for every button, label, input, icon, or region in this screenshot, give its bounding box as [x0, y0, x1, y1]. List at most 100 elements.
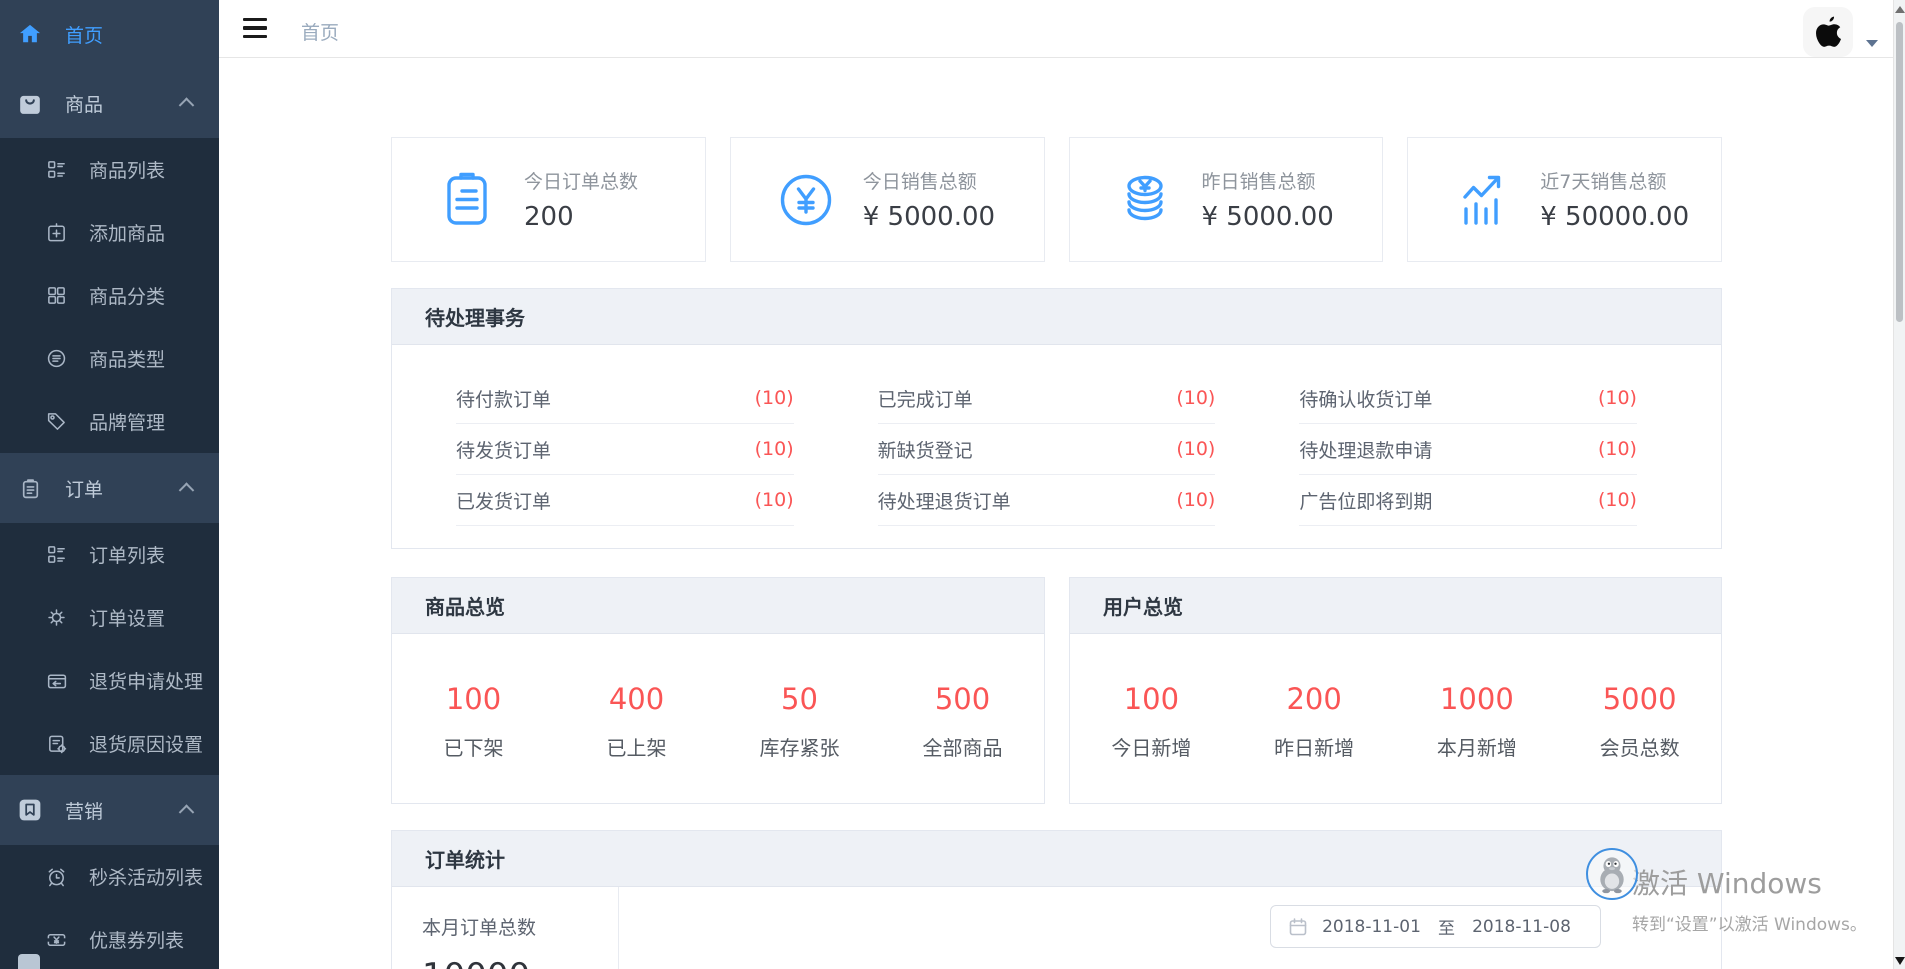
sidebar-item-order-list[interactable]: 订单列表 [0, 523, 219, 586]
user-overview-stats: 100今日新增 200昨日新增 1000 本月新增 5000会员总数 [1070, 634, 1721, 761]
todo-item[interactable]: 待付款订单(10) [456, 373, 794, 424]
overview-stat-value: 50 [718, 682, 881, 716]
todo-item-count: (10) [755, 489, 794, 511]
todo-item-count: (10) [1176, 489, 1215, 511]
calendar-icon[interactable] [1289, 918, 1307, 936]
sidebar-group-orders[interactable]: 订单 [0, 453, 219, 523]
stat-card-value: ¥ 5000.00 [863, 202, 995, 232]
sidebar-item-label: 品牌管理 [89, 408, 165, 435]
sidebar-item-product-category[interactable]: 商品分类 [0, 264, 219, 327]
shopping-bag-icon [18, 91, 42, 115]
sidebar-item-return-reason-settings[interactable]: 退货原因设置 [0, 712, 219, 775]
clipboard-gear-icon [45, 733, 67, 754]
overview-stat[interactable]: 5000会员总数 [1558, 682, 1721, 761]
sidebar-item-label: 订单设置 [89, 604, 165, 631]
metric-value: 10000 [422, 956, 618, 969]
sidebar-item-product-list[interactable]: 商品列表 [0, 138, 219, 201]
overview-stat-label: 本月新增 [1396, 732, 1559, 761]
todo-panel-header: 待处理事务 [392, 289, 1721, 345]
overview-stat[interactable]: 400已上架 [555, 682, 718, 761]
order-stats-header: 订单统计 [392, 831, 1721, 887]
todo-item[interactable]: 待发货订单(10) [456, 424, 794, 475]
overview-stat-value: 400 [555, 682, 718, 716]
product-overview-header: 商品总览 [392, 578, 1044, 634]
sidebar-item-order-settings[interactable]: 订单设置 [0, 586, 219, 649]
scrollbar-thumb[interactable] [1896, 22, 1903, 322]
order-stats-body: 本月订单总数 10000 2018-11-01 至 2018-11-08 [392, 887, 1721, 969]
qq-penguin-icon[interactable] [1586, 848, 1638, 900]
date-end-input[interactable]: 2018-11-08 [1457, 917, 1586, 937]
chevron-up-icon [179, 804, 195, 820]
overview-stat[interactable]: 1000 本月新增 [1396, 682, 1559, 761]
sidebar-item-label: 添加商品 [89, 219, 165, 246]
breadcrumb[interactable]: 首页 [301, 18, 339, 45]
date-range-picker[interactable]: 2018-11-01 至 2018-11-08 [1270, 905, 1601, 948]
sidebar-item-flash-sale-list[interactable]: 秒杀活动列表 [0, 845, 219, 908]
add-square-icon [45, 222, 67, 243]
todo-item-label: 待处理退货订单 [878, 487, 1011, 514]
yen-circle-icon [775, 169, 837, 231]
todo-item-count: (10) [1598, 387, 1637, 409]
caret-down-icon[interactable] [1866, 40, 1878, 47]
sidebar-group-marketing[interactable]: 营销 [0, 775, 219, 845]
admin-dashboard: 首页 商品 商品列表 添加商品 商品分类 [0, 0, 1905, 969]
scrollbar-up-arrow-icon[interactable] [1895, 6, 1905, 13]
scrollbar[interactable] [1893, 0, 1905, 969]
overview-stat[interactable]: 100已下架 [392, 682, 555, 761]
return-box-icon [45, 670, 67, 691]
main-content: 今日订单总数 200 今日销售总额 ¥ 5000.00 昨日销售总额 [219, 58, 1905, 969]
todo-item[interactable]: 待处理退款申请 (10) [1299, 424, 1637, 475]
stat-card-today-sales[interactable]: 今日销售总额 ¥ 5000.00 [730, 137, 1045, 262]
todo-item[interactable]: 待处理退货订单 (10) [878, 475, 1216, 526]
sidebar-item-return-requests[interactable]: 退货申请处理 [0, 649, 219, 712]
panel-title: 用户总览 [1103, 591, 1183, 620]
tag-icon [45, 411, 67, 432]
overview-stat[interactable]: 100今日新增 [1070, 682, 1233, 761]
overview-stat-value: 100 [1070, 682, 1233, 716]
stat-card-label: 昨日销售总额 [1202, 167, 1334, 194]
order-list-icon [45, 544, 67, 565]
todo-item[interactable]: 广告位即将到期 (10) [1299, 475, 1637, 526]
stat-card-label: 近7天销售总额 [1540, 167, 1689, 194]
chevron-up-icon [179, 482, 195, 498]
sidebar-item-label: 退货申请处理 [89, 667, 203, 694]
todo-item-label: 广告位即将到期 [1299, 487, 1432, 514]
overview-stat-value: 1000 [1396, 682, 1559, 716]
stat-card-today-orders[interactable]: 今日订单总数 200 [391, 137, 706, 262]
hamburger-menu-icon[interactable] [243, 18, 267, 38]
todo-item-count: (10) [1598, 438, 1637, 460]
todo-item[interactable]: 已完成订单(10) [878, 373, 1216, 424]
todo-item[interactable]: 新缺货登记(10) [878, 424, 1216, 475]
sidebar-group-products[interactable]: 商品 [0, 68, 219, 138]
stat-card-yesterday-sales[interactable]: 昨日销售总额 ¥ 5000.00 [1069, 137, 1384, 262]
overview-stat-value: 500 [881, 682, 1044, 716]
sidebar-item-label: 商品列表 [89, 156, 165, 183]
sidebar-item-home[interactable]: 首页 [0, 0, 219, 68]
todo-item-count: (10) [1598, 489, 1637, 511]
todo-item[interactable]: 待确认收货订单(10) [1299, 373, 1637, 424]
scrollbar-down-arrow-icon[interactable] [1895, 957, 1905, 965]
sidebar-item-product-type[interactable]: 商品类型 [0, 327, 219, 390]
stat-card-label: 今日订单总数 [524, 167, 638, 194]
overview-stat[interactable]: 200昨日新增 [1233, 682, 1396, 761]
order-month-total: 本月订单总数 10000 [392, 887, 619, 969]
todo-item[interactable]: 已发货订单 (10) [456, 475, 794, 526]
todo-item-label: 已发货订单 [456, 487, 551, 514]
todo-item-count: (10) [1176, 387, 1215, 409]
sidebar-item-add-product[interactable]: 添加商品 [0, 201, 219, 264]
home-icon [18, 23, 42, 45]
overview-stat-value: 100 [392, 682, 555, 716]
date-start-input[interactable]: 2018-11-01 [1307, 917, 1436, 937]
metric-label: 本月订单总数 [422, 913, 618, 940]
stat-card-week-sales[interactable]: 近7天销售总额 ¥ 50000.00 [1407, 137, 1722, 262]
stat-card-value: 200 [524, 202, 638, 232]
todo-item-label: 待处理退款申请 [1299, 436, 1432, 463]
overview-stat[interactable]: 500全部商品 [881, 682, 1044, 761]
overview-stat[interactable]: 50库存紧张 [718, 682, 881, 761]
trend-chart-icon [1452, 169, 1514, 231]
avatar[interactable] [1803, 7, 1853, 57]
stat-card-label: 今日销售总额 [863, 167, 995, 194]
sidebar-peek-icon[interactable] [18, 954, 40, 969]
date-range-separator: 至 [1436, 914, 1457, 939]
sidebar-item-brand-management[interactable]: 品牌管理 [0, 390, 219, 453]
